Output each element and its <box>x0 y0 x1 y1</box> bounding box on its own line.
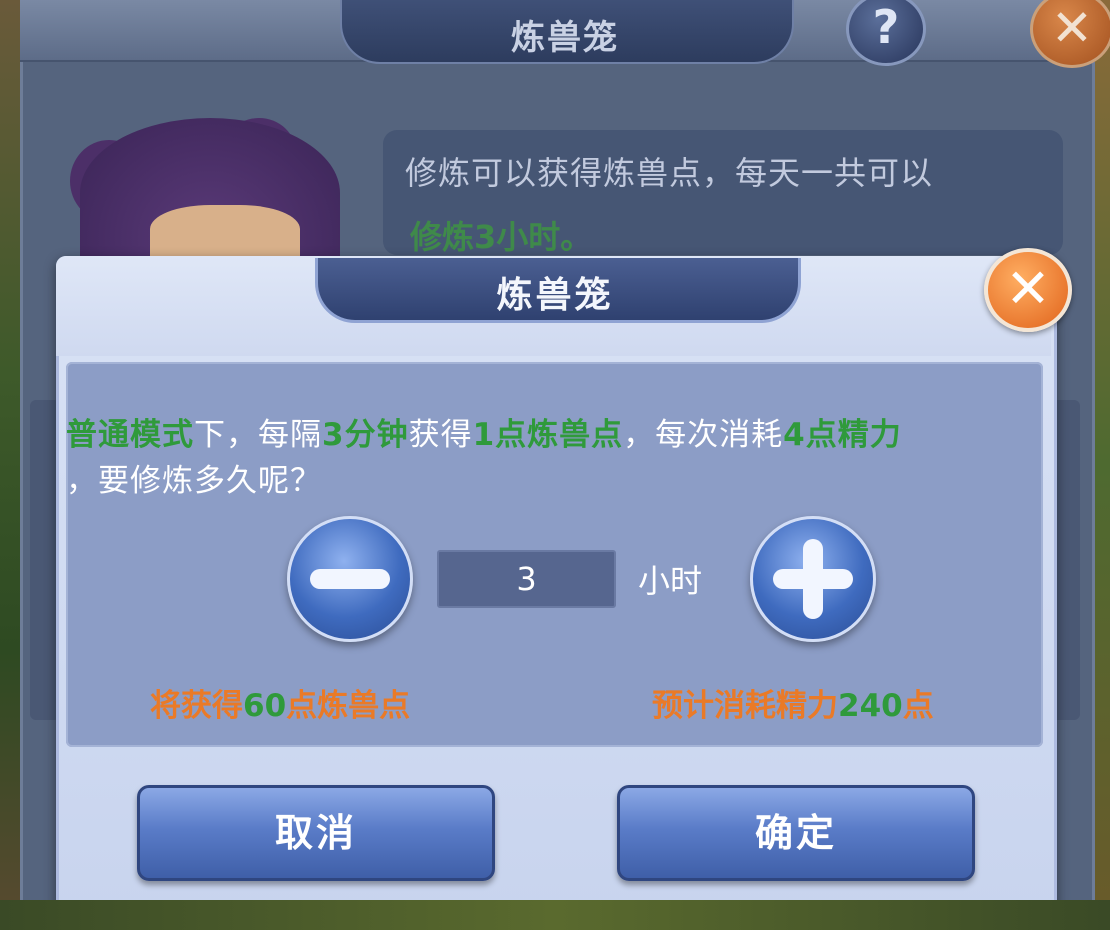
training-description: 普通模式下，每隔3分钟获得1点炼兽点，每次消耗4点精力 ，要修炼多久呢？ <box>66 412 1046 504</box>
interval-value: 3分钟 <box>322 417 409 453</box>
dialog-title: 炼兽笼 <box>496 275 614 316</box>
cost-amount: 240 <box>838 688 903 724</box>
points-gain-summary: 将获得60点炼兽点 <box>150 680 410 725</box>
game-backdrop-bottom <box>0 900 1110 930</box>
gain-unit: 点炼兽点 <box>286 688 411 724</box>
energy-cost-summary: 预计消耗精力240点 <box>652 680 934 725</box>
decrease-button[interactable] <box>287 516 413 642</box>
speech-text-highlight: 修炼3小时。 <box>410 218 593 256</box>
minus-icon <box>310 569 390 589</box>
background-dialog-title: 炼兽笼 <box>511 18 619 58</box>
energy-per-interval: 4点精力 <box>783 417 902 453</box>
increase-button[interactable] <box>750 516 876 642</box>
message-text: ，每次消耗 <box>623 417 784 453</box>
cost-label: 预计消耗精力 <box>652 688 838 724</box>
duration-input[interactable]: 3 <box>437 550 616 608</box>
cost-unit: 点 <box>902 688 934 724</box>
mode-name: 普通模式 <box>66 417 194 453</box>
plus-icon <box>803 539 823 619</box>
points-per-interval: 1点炼兽点 <box>472 417 624 453</box>
close-button[interactable]: ✕ <box>984 248 1072 332</box>
gain-label: 将获得 <box>150 688 243 724</box>
message-question: ，要修炼多久呢？ <box>66 463 322 499</box>
cancel-button[interactable]: 取消 <box>137 785 495 881</box>
duration-unit: 小时 <box>638 562 703 600</box>
speech-text: 修炼可以获得炼兽点，每天一共可以 <box>405 154 934 192</box>
message-text: 获得 <box>408 417 473 453</box>
message-text: 下，每隔 <box>194 417 322 453</box>
confirm-button[interactable]: 确定 <box>617 785 975 881</box>
gain-amount: 60 <box>243 688 287 724</box>
